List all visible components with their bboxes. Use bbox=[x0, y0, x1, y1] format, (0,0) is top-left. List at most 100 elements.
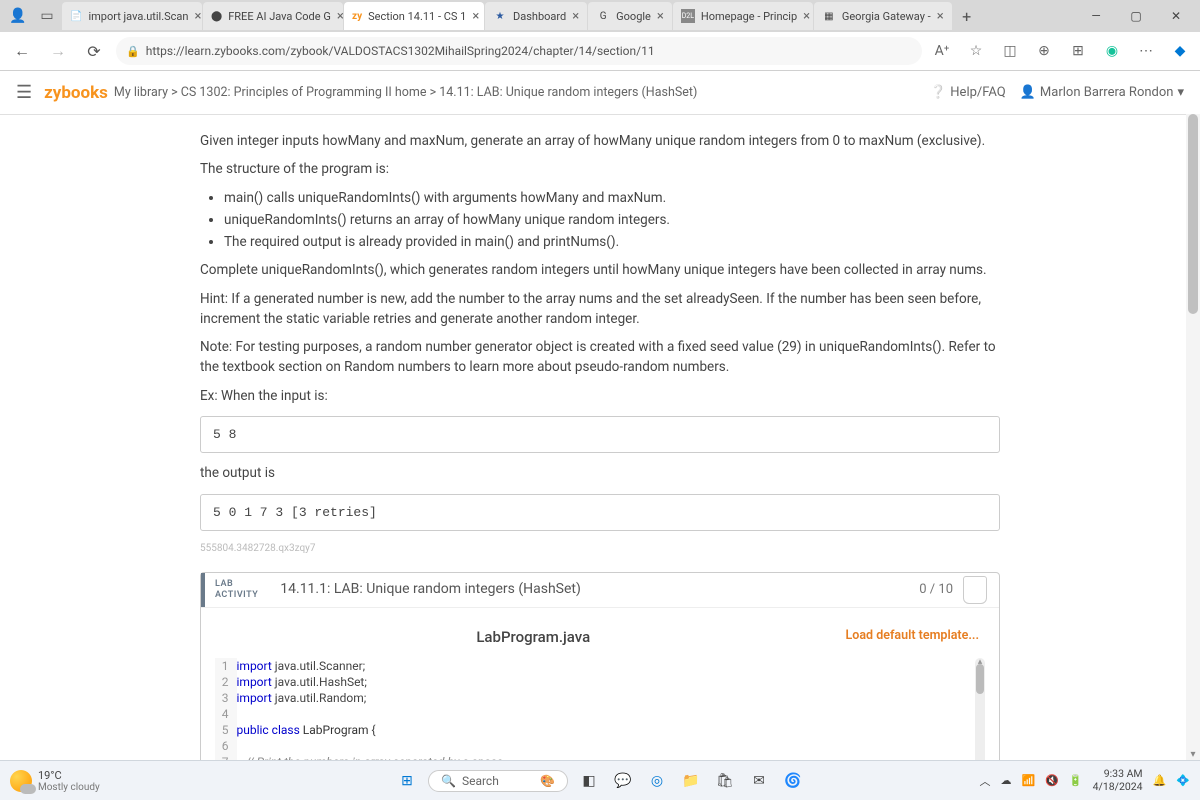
list-item: uniqueRandomInts() returns an array of h… bbox=[224, 210, 1000, 230]
clock[interactable]: 9:33 AM 4/18/2024 bbox=[1093, 768, 1143, 793]
browser-tab[interactable]: ★ Dashboard × bbox=[485, 2, 587, 30]
grammarly-icon[interactable]: ◉ bbox=[1100, 43, 1124, 59]
favicon-icon: D2L bbox=[681, 9, 695, 23]
weather-desc: Mostly cloudy bbox=[38, 782, 100, 793]
browser-tab[interactable]: ▦ Georgia Gateway - × bbox=[814, 2, 952, 30]
address-bar: ← → ⟳ 🔒 https://learn.zybooks.com/zybook… bbox=[0, 32, 1200, 70]
close-icon[interactable]: × bbox=[937, 9, 944, 24]
read-aloud-icon[interactable]: A⁺ bbox=[930, 43, 954, 59]
close-window-button[interactable]: ✕ bbox=[1156, 2, 1196, 30]
search-icon: 🔍 bbox=[441, 774, 456, 788]
zybooks-logo[interactable]: zyBooks bbox=[44, 83, 108, 103]
lab-title: 14.11.1: LAB: Unique random integers (Ha… bbox=[268, 579, 919, 600]
favorite-icon[interactable]: ☆ bbox=[964, 43, 988, 59]
maximize-button[interactable]: ▢ bbox=[1116, 2, 1156, 30]
notifications-icon[interactable]: 🔔 bbox=[1153, 774, 1167, 787]
extensions-icon[interactable]: ⊞ bbox=[1066, 43, 1090, 59]
new-tab-button[interactable]: + bbox=[953, 7, 981, 26]
load-template-button[interactable]: Load default template... bbox=[846, 627, 980, 646]
copilot-icon[interactable]: ◆ bbox=[1168, 43, 1192, 59]
explorer-icon[interactable]: 📁 bbox=[678, 768, 704, 794]
close-icon[interactable]: × bbox=[194, 9, 201, 24]
start-button[interactable]: ⊞ bbox=[394, 768, 420, 794]
tab-label: FREE AI Java Code G bbox=[228, 10, 331, 23]
weather-icon bbox=[10, 770, 32, 792]
task-view-icon[interactable]: ◧ bbox=[576, 768, 602, 794]
favicon-icon: ⬤ bbox=[211, 9, 222, 23]
favicon-icon: 📄 bbox=[70, 9, 82, 23]
temperature: 19°C bbox=[38, 769, 100, 782]
page-scroll-thumb[interactable] bbox=[1188, 114, 1198, 314]
help-faq-link[interactable]: ❔Help/FAQ bbox=[930, 85, 1006, 100]
code-editor[interactable]: 12345678910111213 import java.util.Scann… bbox=[201, 658, 999, 761]
browser-tab-bar: 👤 ▭ 📄 import java.util.Scan × ⬤ FREE AI Jav… bbox=[0, 0, 1200, 32]
forward-button[interactable]: → bbox=[44, 37, 72, 65]
activity-id: 555804.3482728.qx3zqy7 bbox=[200, 541, 1000, 556]
url-input[interactable]: 🔒 https://learn.zybooks.com/zybook/VALDO… bbox=[116, 37, 922, 65]
store-icon[interactable]: 🛍 bbox=[712, 768, 738, 794]
minimize-button[interactable]: — bbox=[1076, 2, 1116, 30]
tab-label: import java.util.Scan bbox=[88, 10, 188, 23]
close-icon[interactable]: × bbox=[337, 9, 343, 24]
page-scrollbar[interactable]: ▴ ▾ bbox=[1186, 114, 1200, 760]
chevron-down-icon: ▾ bbox=[1177, 85, 1184, 100]
tab-label: Georgia Gateway - bbox=[842, 10, 931, 23]
browser-tab[interactable]: GGoogle× bbox=[588, 2, 672, 30]
complete-text: Complete uniqueRandomInts(), which gener… bbox=[200, 260, 1000, 280]
mail-icon[interactable]: ✉ bbox=[746, 768, 772, 794]
favicon-icon: ▦ bbox=[822, 9, 836, 23]
scroll-thumb[interactable] bbox=[976, 664, 984, 694]
browser-tab[interactable]: D2LHomepage - Princip× bbox=[673, 2, 813, 30]
question-icon: ❔ bbox=[930, 85, 946, 100]
favicon-icon: zy bbox=[352, 9, 362, 23]
volume-icon[interactable]: 🔇 bbox=[1045, 774, 1059, 787]
collections-icon[interactable]: ⊕ bbox=[1032, 43, 1056, 59]
taskbar-search[interactable]: 🔍Search🎨 bbox=[428, 770, 568, 792]
editor-scrollbar[interactable]: ▴ bbox=[975, 658, 985, 761]
lab-activity-tag: LABACTIVITY bbox=[201, 573, 268, 607]
scroll-down-icon[interactable]: ▾ bbox=[1186, 749, 1200, 760]
wifi-icon[interactable]: 📶 bbox=[1022, 774, 1036, 787]
output-example-box: 5 0 1 7 3 [3 retries] bbox=[200, 494, 1000, 532]
line-gutter: 12345678910111213 bbox=[215, 658, 237, 761]
browser-tab-active[interactable]: zy Section 14.11 - CS 1 × bbox=[344, 2, 484, 30]
more-icon[interactable]: ⋯ bbox=[1134, 43, 1158, 59]
close-icon[interactable]: × bbox=[657, 9, 664, 24]
app-icon[interactable]: 🌀 bbox=[780, 768, 806, 794]
lock-icon: 🔒 bbox=[126, 45, 140, 58]
copilot-preview-icon[interactable]: 💠 bbox=[1176, 774, 1190, 787]
menu-icon[interactable]: ☰ bbox=[16, 82, 32, 103]
breadcrumb[interactable]: My library > CS 1302: Principles of Prog… bbox=[114, 85, 697, 100]
close-icon[interactable]: × bbox=[803, 9, 810, 24]
lab-activity-box: LABACTIVITY 14.11.1: LAB: Unique random … bbox=[200, 572, 1000, 761]
structure-intro: The structure of the program is: bbox=[200, 159, 1000, 179]
list-item: main() calls uniqueRandomInts() with arg… bbox=[224, 188, 1000, 208]
browser-tab[interactable]: ⬤ FREE AI Java Code G × bbox=[203, 2, 343, 30]
shield-icon bbox=[963, 576, 987, 604]
favicon-icon: ★ bbox=[493, 9, 507, 23]
close-icon[interactable]: × bbox=[572, 9, 579, 24]
structure-list: main() calls uniqueRandomInts() with arg… bbox=[224, 188, 1000, 253]
lab-score: 0 / 10 bbox=[919, 580, 963, 600]
chevron-up-icon[interactable]: ︿ bbox=[980, 773, 991, 789]
back-button[interactable]: ← bbox=[8, 37, 36, 65]
app-icon[interactable]: 💬 bbox=[610, 768, 636, 794]
onedrive-icon[interactable]: ☁ bbox=[1001, 774, 1012, 787]
browser-tab[interactable]: 📄 import java.util.Scan × bbox=[62, 2, 202, 30]
refresh-button[interactable]: ⟳ bbox=[80, 37, 108, 65]
battery-icon[interactable]: 🔋 bbox=[1069, 774, 1083, 787]
code-lines[interactable]: import java.util.Scanner; import java.ut… bbox=[237, 658, 976, 761]
tab-label: Section 14.11 - CS 1 bbox=[368, 10, 466, 23]
person-icon: 👤 bbox=[1020, 85, 1036, 100]
close-icon[interactable]: × bbox=[472, 9, 479, 24]
windows-taskbar: 19°C Mostly cloudy ⊞ 🔍Search🎨 ◧ 💬 ◎ 📁 🛍 … bbox=[0, 760, 1200, 800]
tab-actions-icon[interactable]: ▭ bbox=[33, 2, 61, 30]
tab-label: Dashboard bbox=[513, 10, 566, 23]
user-menu[interactable]: 👤Marlon Barrera Rondon ▾ bbox=[1020, 85, 1184, 100]
search-image-icon: 🎨 bbox=[540, 774, 555, 788]
profile-icon[interactable]: 👤 bbox=[4, 2, 32, 30]
weather-widget[interactable]: 19°C Mostly cloudy bbox=[10, 769, 100, 793]
example-label: Ex: When the input is: bbox=[200, 386, 1000, 406]
edge-icon[interactable]: ◎ bbox=[644, 768, 670, 794]
split-icon[interactable]: ◫ bbox=[998, 43, 1022, 59]
